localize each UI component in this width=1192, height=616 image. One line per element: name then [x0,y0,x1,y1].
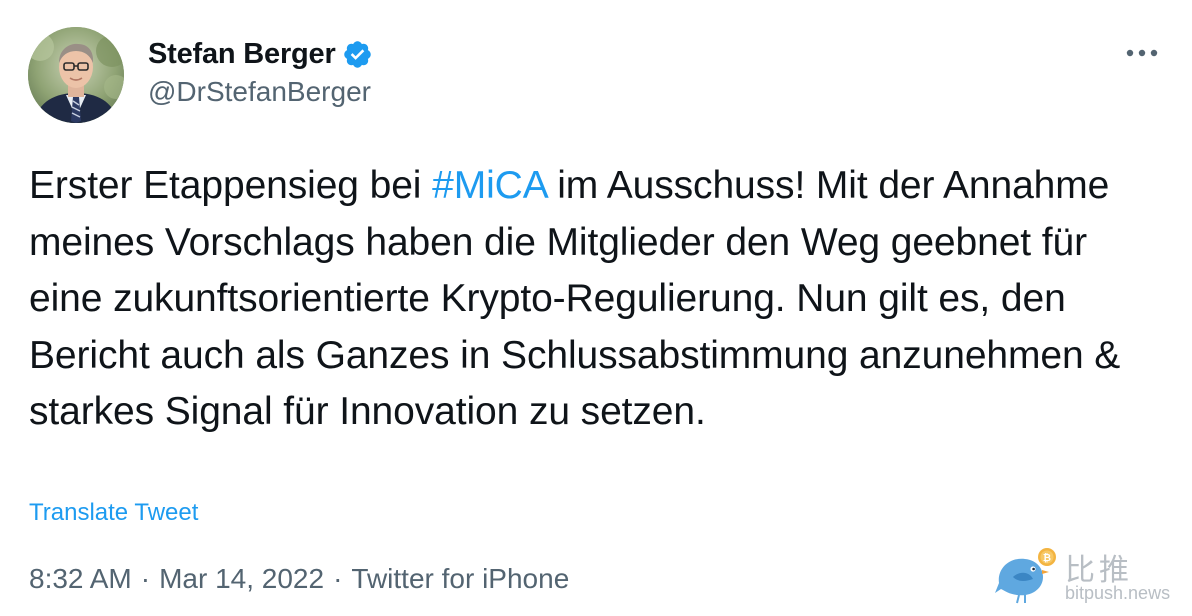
author-handle[interactable]: @DrStefanBerger [148,76,371,108]
hashtag-link[interactable]: #MiCA [432,164,546,207]
author-name[interactable]: Stefan Berger [148,38,336,71]
translate-tweet-link[interactable]: Translate Tweet [29,499,198,527]
avatar-image [28,27,124,123]
tweet-time[interactable]: 8:32 AM [29,563,132,595]
watermark: ₿ 比推 bitpush.news [993,543,1183,609]
more-options-button[interactable] [1120,36,1164,70]
tweet-card: Stefan Berger @DrStefanBerger Erster Eta… [0,0,1192,616]
meta-separator: · [333,563,343,594]
tweet-source: Twitter for iPhone [351,563,570,594]
tweet-text: Erster Etappensieg bei #MiCA im Ausschus… [29,158,1154,441]
avatar[interactable] [28,27,124,123]
verified-badge-icon [342,39,373,70]
meta-separator: · [140,563,151,594]
tweet-text-part: Erster Etappensieg bei [29,164,433,207]
watermark-domain: bitpush.news [1065,583,1171,603]
tweet-date[interactable]: Mar 14, 2022 [159,563,324,595]
author-name-row[interactable]: Stefan Berger [148,34,373,74]
tweet-meta: 8:32 AM · Mar 14, 2022 · Twitter for iPh… [29,563,569,595]
bird-coin-icon: ₿ [995,548,1056,604]
svg-text:₿: ₿ [1043,552,1051,564]
more-dots-icon [1126,49,1158,57]
